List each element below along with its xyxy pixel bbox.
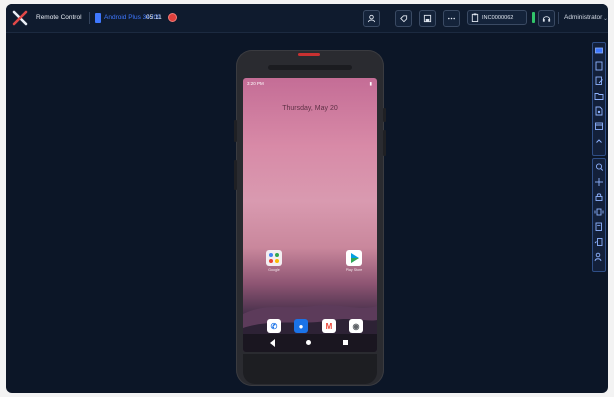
- user-menu[interactable]: Administrator: [564, 14, 602, 21]
- home-date: Thursday, May 20: [282, 105, 338, 112]
- more-icon: [447, 17, 456, 20]
- play-store-icon[interactable]: [346, 250, 362, 266]
- battery-icon: ▮: [369, 81, 372, 86]
- status-time: 3:20 PM: [247, 81, 264, 86]
- vibrate-icon[interactable]: [593, 206, 605, 218]
- user-button[interactable]: [363, 10, 380, 27]
- move-icon[interactable]: [593, 176, 605, 188]
- document-icon[interactable]: [593, 60, 605, 72]
- lock-icon[interactable]: [593, 191, 605, 203]
- side-button: [234, 160, 237, 190]
- gmail-icon[interactable]: M: [322, 319, 336, 333]
- navigation-bar: [243, 334, 377, 352]
- rotate-icon[interactable]: [593, 236, 605, 248]
- app-title: Remote Control: [36, 14, 82, 21]
- save-button[interactable]: [419, 10, 436, 27]
- device-screen[interactable]: 3:20 PM ▮ Thursday, May 20 Google Play S…: [243, 78, 377, 352]
- user-icon: [367, 14, 376, 23]
- file-icon[interactable]: [593, 105, 605, 117]
- divider: [558, 12, 559, 24]
- screen-icon[interactable]: [593, 45, 605, 57]
- home-icon[interactable]: [306, 340, 311, 345]
- connection-status: [532, 12, 535, 23]
- chevron-up-icon[interactable]: [593, 135, 605, 147]
- save-icon: [423, 14, 432, 23]
- folder-icon[interactable]: [593, 90, 605, 102]
- back-icon[interactable]: [270, 339, 275, 347]
- device-speaker: [268, 65, 352, 70]
- side-button: [234, 120, 237, 142]
- device-chin: [243, 354, 377, 384]
- record-icon[interactable]: [168, 13, 177, 22]
- note-icon[interactable]: [593, 221, 605, 233]
- chevron-down-icon[interactable]: ⌄: [603, 15, 608, 22]
- user-settings-icon[interactable]: [593, 251, 605, 263]
- tag-button[interactable]: [395, 10, 412, 27]
- clipboard-icon: [471, 13, 479, 22]
- phone-icon[interactable]: ✆: [267, 319, 281, 333]
- right-toolbar-actions: [592, 158, 606, 272]
- tag-icon: [400, 15, 408, 23]
- device-frame: 3:20 PM ▮ Thursday, May 20 Google Play S…: [234, 50, 386, 386]
- top-bar: Remote Control Android Plus 34709 05:11: [6, 4, 608, 33]
- headset-icon: [542, 16, 551, 22]
- edit-icon[interactable]: [593, 75, 605, 87]
- contacts-icon[interactable]: ●: [294, 319, 308, 333]
- zoom-in-icon[interactable]: [593, 161, 605, 173]
- recents-icon[interactable]: [343, 340, 348, 345]
- app-label: Play Store: [345, 268, 363, 272]
- divider: [89, 12, 90, 24]
- side-button: [383, 108, 386, 122]
- app-logo: [12, 10, 28, 26]
- side-button: [383, 130, 386, 156]
- device-led: [298, 53, 320, 56]
- camera-icon[interactable]: ◉: [349, 319, 363, 333]
- right-toolbar-tools: [592, 42, 606, 156]
- more-button[interactable]: [443, 10, 460, 27]
- ticket-button[interactable]: INC0000062: [467, 10, 527, 25]
- ticket-id: INC0000062: [482, 14, 514, 21]
- support-button[interactable]: [538, 10, 555, 27]
- calendar-icon[interactable]: [593, 120, 605, 132]
- remote-control-window: Remote Control Android Plus 34709 05:11: [6, 4, 608, 393]
- app-label: Google: [268, 268, 280, 272]
- app-folder-icon[interactable]: [266, 250, 282, 266]
- device-icon: [95, 13, 101, 23]
- session-timer: 05:11: [146, 14, 162, 21]
